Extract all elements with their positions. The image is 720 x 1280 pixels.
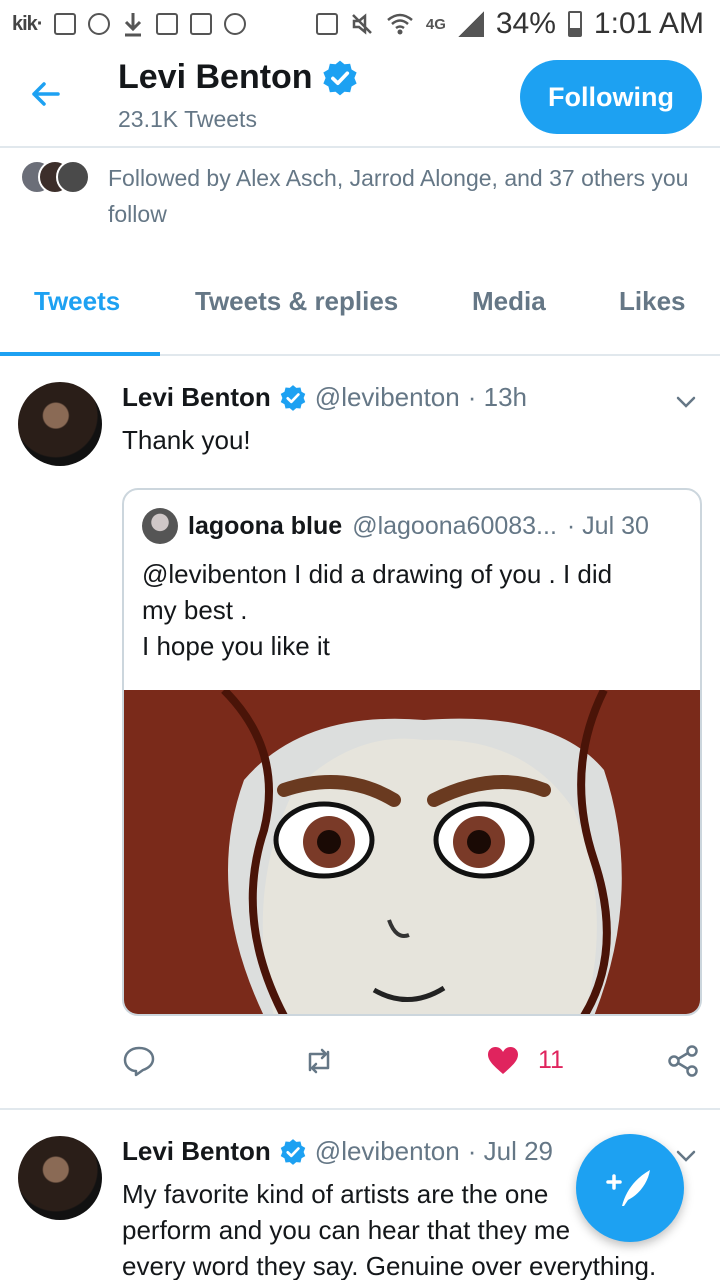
following-button[interactable]: Following xyxy=(520,60,702,134)
tab-tweets[interactable]: Tweets xyxy=(34,286,120,317)
tweet-text-line: every word they say. Genuine over everyt… xyxy=(122,1251,657,1280)
tweet-header: Levi Benton @levibenton · 13h xyxy=(122,382,527,413)
followed-by[interactable]: Followed by Alex Asch, Jarrod Alonge, an… xyxy=(0,158,720,228)
nfc-icon xyxy=(315,13,338,35)
profile-header: Levi Benton 23.1K Tweets Following xyxy=(0,48,720,148)
back-arrow-icon[interactable] xyxy=(28,76,64,112)
quoted-text-line: I hope you like it xyxy=(142,631,330,661)
tweet-text-line: perform and you can hear that they me xyxy=(122,1215,571,1245)
quoted-author-handle: @lagoona60083... xyxy=(352,511,557,540)
cloud-sync-icon xyxy=(88,13,111,35)
status-bar-system: 4G 34% 1:01 AM xyxy=(315,7,704,41)
status-bar-notifications: kik· xyxy=(12,11,247,37)
wifi-icon xyxy=(387,13,413,35)
tweet-count: 23.1K Tweets xyxy=(118,106,257,132)
tweet-text: Thank you! xyxy=(122,425,251,455)
quoted-author-name: lagoona blue xyxy=(188,511,343,540)
avatar xyxy=(142,508,178,544)
clock: 1:01 AM xyxy=(593,7,704,40)
quoted-text-line: @levibenton I did a drawing of you . I d… xyxy=(142,559,613,589)
profile-name: Levi Benton xyxy=(118,58,359,97)
tweet-header: Levi Benton @levibenton · Jul 29 xyxy=(122,1136,553,1167)
tweet-author-handle: @levibenton xyxy=(314,382,460,412)
quoted-text-line: my best . xyxy=(142,595,248,625)
quoted-tweet-header: lagoona blue @lagoona60083... · Jul 30 xyxy=(142,508,649,544)
followed-by-text: Followed by Alex Asch, Jarrod Alonge, an… xyxy=(108,165,689,227)
signal-icon xyxy=(457,11,484,37)
like-heart-icon[interactable] xyxy=(486,1044,520,1078)
tweet-timestamp: · Jul 29 xyxy=(467,1136,553,1166)
follower-avatars xyxy=(20,160,92,194)
tab-media[interactable]: Media xyxy=(472,286,546,317)
compose-feather-icon xyxy=(606,1170,650,1206)
tab-likes[interactable]: Likes xyxy=(619,286,686,317)
battery-percent: 34% xyxy=(495,7,556,40)
compose-tweet-button[interactable] xyxy=(576,1134,684,1242)
tweet-divider xyxy=(0,1108,720,1110)
share-icon[interactable] xyxy=(666,1044,700,1078)
screenshot-icon xyxy=(156,13,179,35)
like-count: 11 xyxy=(538,1046,564,1074)
tweet-timestamp: · 13h xyxy=(467,382,527,412)
tweet-author-handle: @levibenton xyxy=(314,1136,460,1166)
avatar[interactable] xyxy=(18,1136,102,1220)
avatar[interactable] xyxy=(18,382,102,466)
profile-tabs: Tweets Tweets & replies Media Likes xyxy=(0,262,720,356)
battery-icon xyxy=(567,11,582,37)
profile-name-text: Levi Benton xyxy=(118,58,313,96)
quoted-timestamp: · Jul 30 xyxy=(566,511,649,540)
status-bar: kik· 4G 34% 1:01 AM xyxy=(0,0,720,48)
tab-tweets-replies[interactable]: Tweets & replies xyxy=(195,286,398,317)
mute-icon xyxy=(351,13,372,35)
verified-badge-icon xyxy=(280,384,306,411)
verified-badge-icon xyxy=(280,1138,306,1165)
quoted-tweet-text: @levibenton I did a drawing of you . I d… xyxy=(142,556,682,664)
active-tab-indicator xyxy=(0,352,160,356)
avatar xyxy=(56,160,90,194)
chat-icon xyxy=(224,13,247,35)
download-icon xyxy=(125,13,142,37)
verified-badge-icon xyxy=(322,60,357,95)
gallery-icon xyxy=(54,13,77,35)
tweet-author-name[interactable]: Levi Benton xyxy=(122,382,271,413)
quoted-tweet[interactable]: lagoona blue @lagoona60083... · Jul 30 @… xyxy=(122,488,702,1016)
retweet-icon[interactable] xyxy=(302,1044,336,1078)
drawing-image[interactable] xyxy=(124,690,700,1016)
mail-icon xyxy=(190,13,213,35)
tweet-author-name[interactable]: Levi Benton xyxy=(122,1136,271,1167)
chevron-down-icon[interactable] xyxy=(674,390,698,414)
network-type: 4G xyxy=(425,15,446,33)
reply-icon[interactable] xyxy=(122,1044,156,1078)
kik-icon: kik· xyxy=(12,12,43,35)
tweet-actions: 11 xyxy=(122,1040,702,1084)
